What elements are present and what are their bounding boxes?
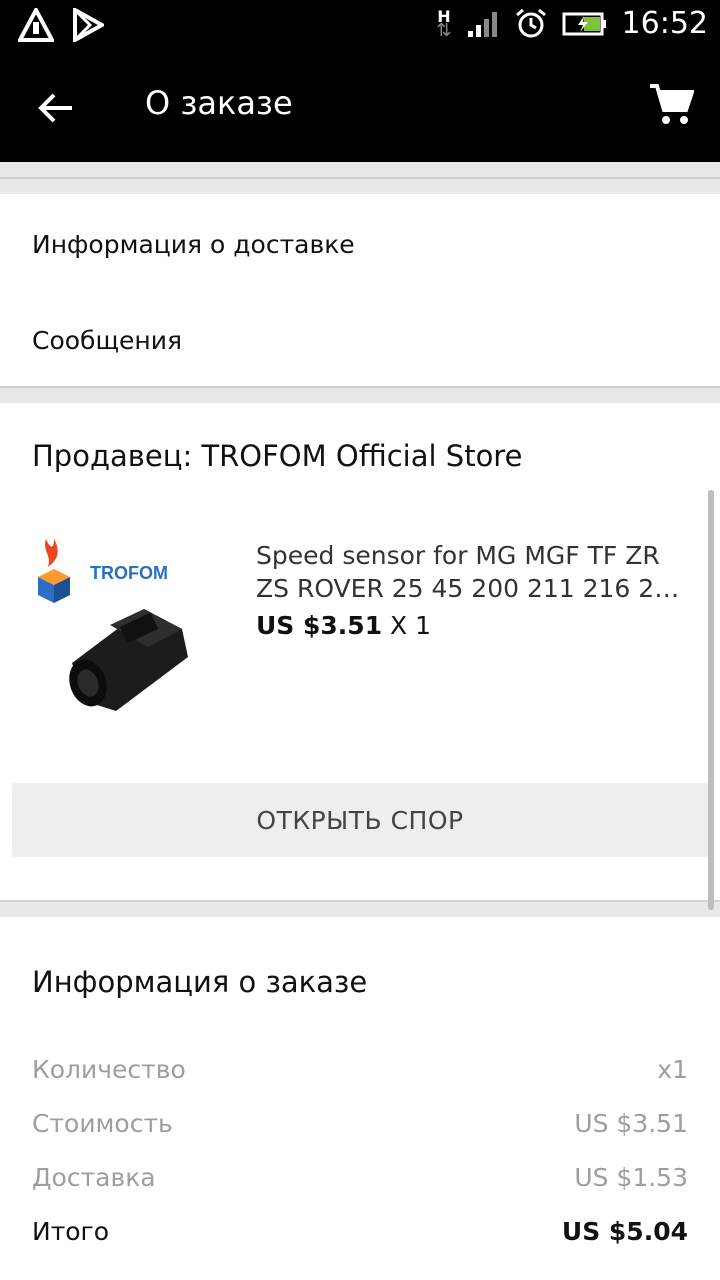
cost-row: Стоимость US $3.51 (32, 1109, 688, 1138)
seller-name[interactable]: Продавец: TROFOM Official Store (32, 439, 522, 473)
order-links-card: Информация о доставке Сообщения (0, 194, 720, 386)
shipping-label: Доставка (32, 1163, 156, 1192)
quantity-label: Количество (32, 1055, 186, 1084)
status-bar: H ⇅ 16:52 (0, 0, 720, 50)
section-divider (0, 177, 720, 179)
scrollbar[interactable] (708, 490, 714, 910)
product-price-line: US $3.51 X 1 (256, 611, 431, 640)
quantity-row: Количество x1 (32, 1055, 688, 1084)
product-thumbnail[interactable]: TROFOM (32, 533, 232, 723)
product-image: TROFOM (38, 539, 188, 711)
network-type-indicator: H ⇅ (436, 8, 452, 41)
cost-value: US $3.51 (574, 1109, 688, 1138)
notification-app-icon (18, 8, 54, 42)
back-arrow-icon[interactable] (34, 86, 78, 130)
status-left-icons (18, 8, 104, 42)
delivery-info-link[interactable]: Информация о доставке (32, 230, 355, 259)
clock: 16:52 (621, 6, 708, 41)
seller-card: Продавец: TROFOM Official Store TROFOM S… (0, 403, 720, 900)
open-dispute-button[interactable]: ОТКРЫТЬ СПОР (12, 783, 708, 857)
order-info-title: Информация о заказе (32, 965, 368, 999)
section-divider (0, 386, 720, 388)
quantity-value: x1 (657, 1055, 688, 1084)
total-label: Итого (32, 1217, 109, 1246)
data-arrows-icon: ⇅ (436, 19, 452, 41)
shipping-value: US $1.53 (574, 1163, 688, 1192)
app-bar: О заказе (0, 50, 720, 162)
page-title: О заказе (145, 84, 293, 122)
total-row: Итого US $5.04 (32, 1217, 688, 1246)
brand-logo-text: TROFOM (90, 563, 168, 583)
play-store-icon (73, 8, 104, 42)
product-price: US $3.51 (256, 611, 383, 640)
status-right-icons: H ⇅ 16:52 (436, 6, 708, 41)
section-divider (0, 900, 720, 902)
cart-icon[interactable] (648, 82, 694, 128)
order-info-card: Информация о заказе Количество x1 Стоимо… (0, 917, 720, 1280)
battery-icon (562, 12, 606, 35)
alarm-icon (515, 8, 546, 37)
total-value: US $5.04 (561, 1217, 688, 1246)
product-quantity: X 1 (390, 611, 432, 640)
shipping-row: Доставка US $1.53 (32, 1163, 688, 1192)
messages-link[interactable]: Сообщения (32, 326, 182, 355)
cost-label: Стоимость (32, 1109, 173, 1138)
product-title[interactable]: Speed sensor for MG MGF TF ZR ZS ROVER 2… (256, 539, 694, 605)
signal-icon (467, 11, 497, 37)
